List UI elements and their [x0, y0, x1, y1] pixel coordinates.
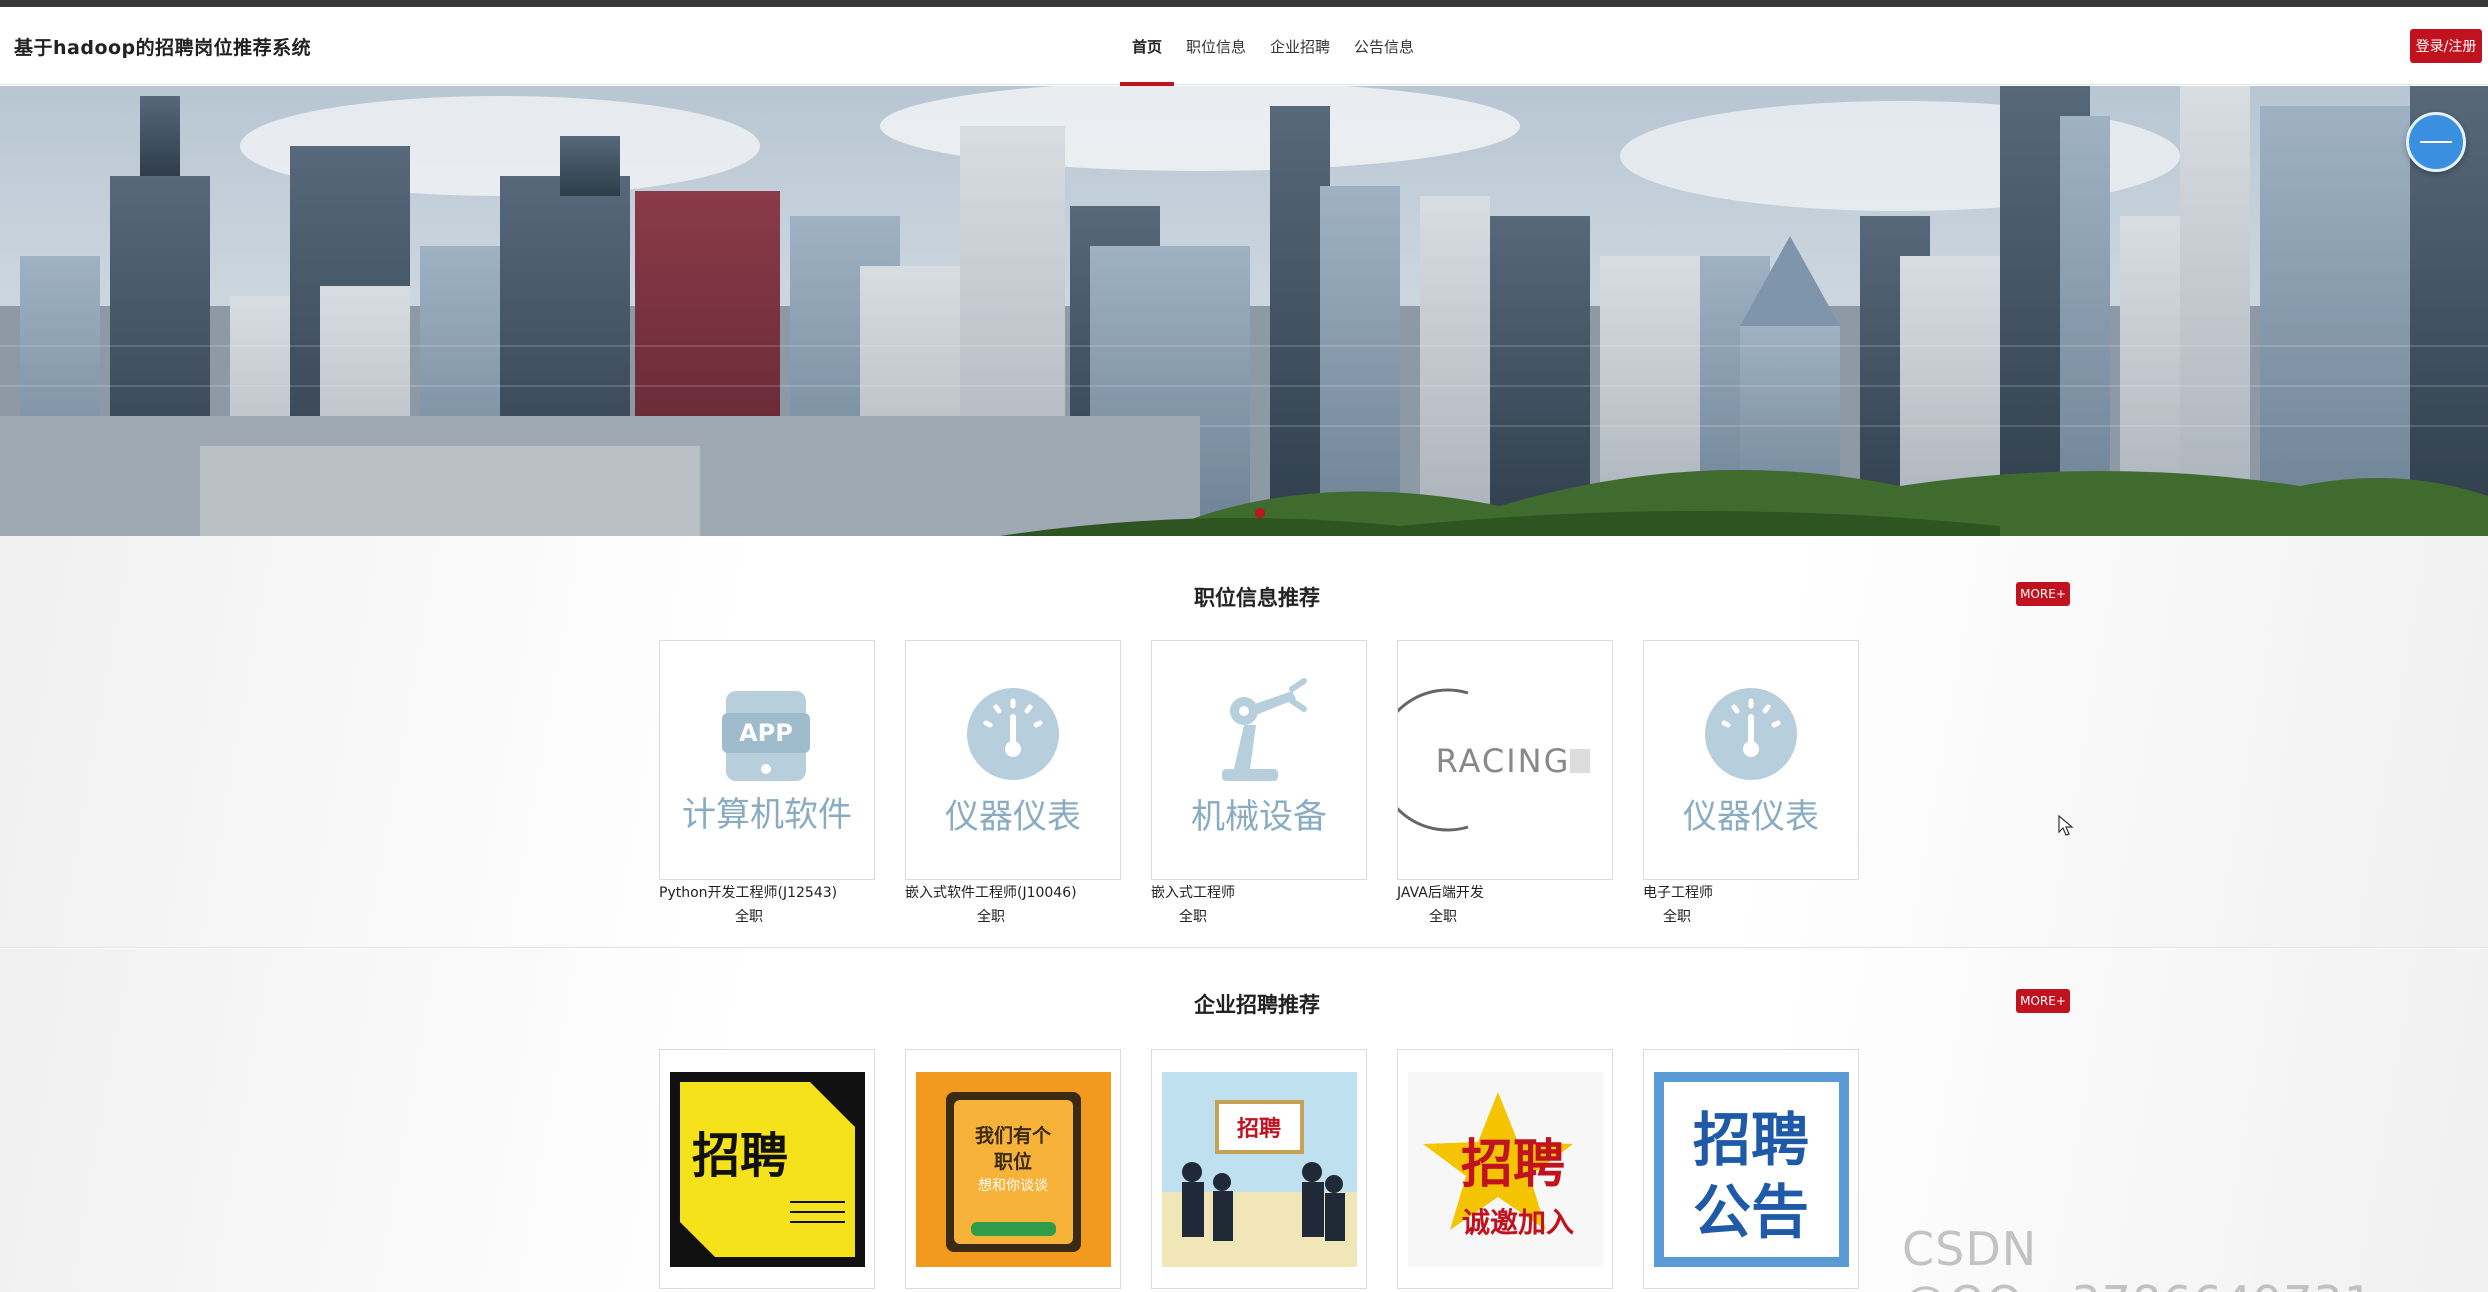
nav-home[interactable]: 首页	[1120, 7, 1175, 86]
app-icon: APP 计算机软件	[682, 691, 852, 835]
robot-arm-icon: 机械设备	[1191, 678, 1327, 837]
jobs-more-button[interactable]: MORE+	[2016, 582, 2070, 606]
svg-text:公告: 公告	[1693, 1178, 1809, 1246]
svg-text:APP: APP	[739, 719, 793, 747]
company-poster[interactable]: 招聘	[659, 1049, 875, 1289]
csdn-watermark: CSDN @QQ__3786649731	[1902, 1222, 2373, 1292]
svg-text:招聘: 招聘	[1237, 1117, 1281, 1142]
svg-text:机械设备: 机械设备	[1191, 797, 1327, 837]
job-card[interactable]: 机械设备	[1151, 640, 1367, 880]
login-register-button[interactable]: 登录/注册	[2410, 29, 2482, 63]
section-title-jobs: 职位信息推荐	[1194, 586, 1320, 610]
recruit-poster-star: 招聘 诚邀加入	[1408, 1072, 1603, 1267]
svg-text:计算机软件: 计算机软件	[682, 795, 852, 835]
job-title[interactable]: 电子工程师	[1643, 882, 1713, 902]
floating-menu-button[interactable]	[2406, 112, 2466, 172]
minus-icon	[2420, 141, 2452, 143]
svg-text:招聘: 招聘	[1693, 1106, 1809, 1174]
svg-text:我们有个: 我们有个	[975, 1124, 1052, 1147]
svg-text:招聘: 招聘	[692, 1128, 788, 1184]
mouse-cursor-icon	[2058, 815, 2074, 836]
city-skyline-image	[0, 86, 2488, 536]
job-card[interactable]: 仪器仪表	[905, 640, 1121, 880]
company-poster[interactable]: 我们有个 职位 想和你谈谈	[905, 1049, 1121, 1289]
company-poster[interactable]: 招聘 公告	[1643, 1049, 1859, 1289]
svg-text:诚邀加入: 诚邀加入	[1462, 1206, 1574, 1239]
nav-job-info[interactable]: 职位信息	[1174, 7, 1258, 85]
nav-company-recruit[interactable]: 企业招聘	[1258, 7, 1342, 85]
recruit-poster-yellow: 招聘	[670, 1072, 865, 1267]
recruit-poster-orange: 我们有个 职位 想和你谈谈	[916, 1072, 1111, 1267]
hero-banner	[0, 86, 2488, 536]
site-title: 基于hadoop的招聘岗位推荐系统	[14, 37, 312, 59]
job-type: 全职	[977, 909, 1005, 925]
job-title[interactable]: Python开发工程师(J12543)	[659, 882, 837, 902]
gauge-icon: 仪器仪表	[1683, 688, 1819, 837]
recruit-poster-people: 招聘	[1162, 1072, 1357, 1267]
racing-logo: RACING	[1398, 688, 1590, 832]
company-poster[interactable]: 招聘	[1151, 1049, 1367, 1289]
job-title[interactable]: 嵌入式工程师	[1151, 882, 1235, 902]
svg-text:仪器仪表: 仪器仪表	[945, 797, 1081, 837]
job-type: 全职	[1663, 909, 1691, 925]
section-title-companies: 企业招聘推荐	[1194, 993, 1320, 1017]
companies-more-button[interactable]: MORE+	[2016, 989, 2070, 1013]
svg-text:RACING: RACING	[1436, 742, 1571, 780]
job-recommend-section: 职位信息推荐 MORE+ APP 计算机软件 Python开发工程师(J1254…	[0, 536, 2488, 948]
svg-text:仪器仪表: 仪器仪表	[1683, 797, 1819, 837]
company-poster[interactable]: 招聘 诚邀加入	[1397, 1049, 1613, 1289]
job-title[interactable]: 嵌入式软件工程师(J10046)	[905, 882, 1077, 902]
nav-announcements[interactable]: 公告信息	[1342, 7, 1426, 85]
job-type: 全职	[735, 909, 763, 925]
recruit-poster-announcement: 招聘 公告	[1654, 1072, 1849, 1267]
site-header: 基于hadoop的招聘岗位推荐系统 首页 职位信息 企业招聘 公告信息 登录/注…	[0, 7, 2488, 86]
gauge-icon: 仪器仪表	[945, 688, 1081, 837]
job-card[interactable]: 仪器仪表	[1643, 640, 1859, 880]
job-card[interactable]: RACING	[1397, 640, 1613, 880]
job-type: 全职	[1429, 909, 1457, 925]
window-top-strip	[0, 0, 2488, 7]
main-nav: 首页 职位信息 企业招聘 公告信息	[1120, 7, 1426, 86]
job-type: 全职	[1179, 909, 1207, 925]
svg-text:职位: 职位	[994, 1150, 1032, 1173]
job-title[interactable]: JAVA后端开发	[1397, 882, 1484, 902]
job-card[interactable]: APP 计算机软件	[659, 640, 875, 880]
svg-text:招聘: 招聘	[1461, 1135, 1565, 1195]
carousel-indicator[interactable]	[1255, 508, 1265, 518]
svg-text:想和你谈谈: 想和你谈谈	[978, 1178, 1048, 1194]
